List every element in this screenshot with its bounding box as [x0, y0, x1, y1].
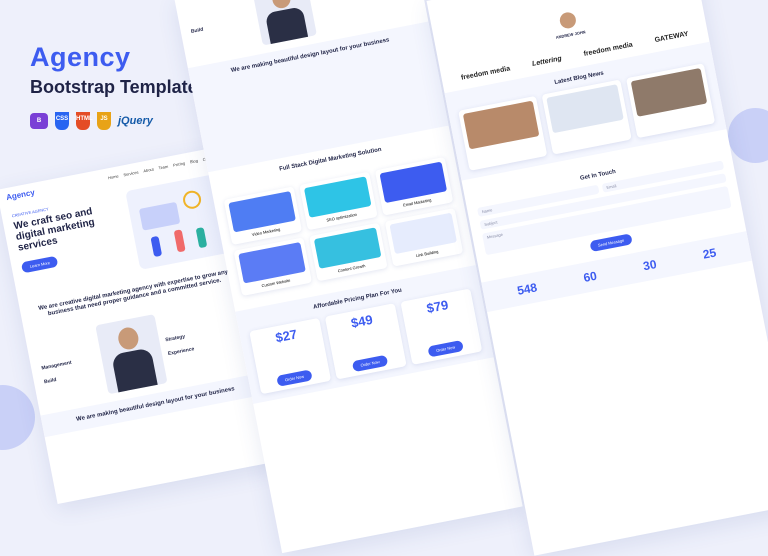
stat-value: 25: [701, 245, 718, 262]
service-card[interactable]: Custom Website: [233, 237, 313, 297]
nav-link[interactable]: Blog: [189, 157, 198, 163]
service-title: Content Growth: [337, 263, 366, 274]
feature-item: Strategy: [164, 333, 186, 344]
html5-icon: HTML: [76, 112, 93, 130]
nav-link[interactable]: Services: [123, 169, 139, 177]
client-logo: GATEWAY: [654, 30, 690, 45]
service-card[interactable]: Link Building: [384, 207, 464, 267]
pricing-card: $27 Order Now: [249, 317, 332, 395]
price-value: 49: [356, 311, 374, 330]
nav-link[interactable]: Home: [107, 173, 118, 180]
nav-link[interactable]: About: [143, 166, 154, 173]
feature-item: Experience: [167, 346, 195, 358]
hero-title: We craft seo and digital marketing servi…: [12, 206, 96, 254]
feature-item: Build: [43, 377, 58, 386]
stat-value: 548: [515, 280, 539, 298]
pricing-card: $79 Order Now: [400, 288, 483, 365]
blog-card[interactable]: [458, 95, 548, 171]
service-title: Link Building: [415, 248, 439, 259]
client-logo: freedom media: [460, 65, 511, 82]
stat-value: 30: [641, 257, 658, 274]
nav-link[interactable]: Team: [158, 163, 169, 170]
avatar: [558, 10, 578, 30]
decor-circle: [728, 108, 768, 163]
send-button[interactable]: Send Message: [589, 233, 634, 253]
client-logo: freedom media: [583, 41, 634, 58]
feature-item: Management: [40, 359, 73, 372]
client-logo: Lettering: [531, 55, 563, 68]
pricing-card: $49 Order Now: [324, 303, 407, 380]
price-value: 79: [432, 297, 450, 315]
stat-value: 60: [582, 268, 599, 285]
nav-link[interactable]: Pricing: [173, 160, 186, 167]
js-icon: JS: [97, 112, 111, 130]
jquery-icon: jQuery: [118, 115, 153, 127]
blog-card[interactable]: [541, 79, 632, 155]
nav-brand: Agency: [5, 187, 36, 202]
team-member-photo: [95, 314, 168, 395]
blog-card[interactable]: [625, 63, 716, 139]
service-card[interactable]: Content Growth: [309, 222, 388, 282]
hero-button[interactable]: Learn More: [20, 255, 59, 274]
feature-item: Build: [190, 26, 204, 35]
bootstrap-icon: B: [30, 113, 48, 129]
team-member-photo: [252, 0, 317, 46]
decor-circle: [0, 385, 35, 450]
price-value: 27: [281, 326, 299, 344]
css3-icon: CSS: [55, 112, 69, 130]
